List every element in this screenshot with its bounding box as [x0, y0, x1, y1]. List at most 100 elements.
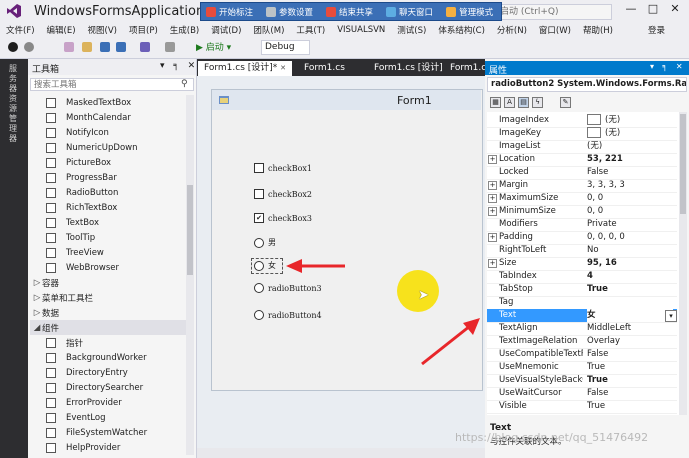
form-checkbox[interactable]: checkBox2 — [254, 189, 312, 199]
property-value[interactable]: False — [587, 348, 673, 361]
menu-item[interactable]: 窗口(W) — [533, 24, 577, 36]
toolbox-scrollbar[interactable] — [186, 95, 194, 455]
toolbox-item[interactable]: TextBox — [30, 215, 185, 230]
toolbox-category[interactable]: ▷ 菜单和工具栏 — [30, 290, 187, 305]
expand-plus-icon[interactable]: + — [488, 181, 497, 190]
collapsed-triangle-icon[interactable]: ▷ — [32, 308, 42, 318]
property-value[interactable]: True — [587, 283, 673, 296]
checkbox-checked-icon[interactable]: ✔ — [254, 213, 264, 223]
form1-window[interactable] — [211, 89, 483, 391]
expand-plus-icon[interactable]: + — [488, 233, 497, 242]
property-row[interactable]: + Margin 3, 3, 3, 3 — [487, 179, 677, 193]
toolbox-item[interactable]: NotifyIcon — [30, 125, 185, 140]
toolbox-item[interactable]: WebBrowser — [30, 260, 185, 275]
property-row[interactable]: Modifiers Private — [487, 218, 677, 232]
solution-config-select[interactable]: Debug — [261, 40, 310, 55]
toolbox-item[interactable]: PictureBox — [30, 155, 185, 170]
property-value[interactable]: MiddleLeft — [587, 322, 673, 335]
menu-item[interactable]: 分析(N) — [491, 24, 533, 36]
share-toolbar-item[interactable]: 聊天窗口 — [381, 6, 433, 18]
events-icon[interactable]: ϟ — [532, 97, 543, 108]
form-checkbox[interactable]: checkBox1 — [254, 163, 312, 173]
property-row[interactable]: UseCompatibleTextRe False — [487, 348, 677, 362]
property-value[interactable]: (无) — [587, 140, 673, 153]
radio-circle-icon[interactable] — [254, 237, 264, 248]
menu-item[interactable]: 调试(D) — [205, 24, 247, 36]
save-icon[interactable] — [100, 42, 110, 52]
form-checkbox[interactable]: ✔ checkBox3 — [254, 213, 312, 223]
expanded-triangle-icon[interactable]: ◢ — [32, 323, 42, 333]
checkbox-empty-icon[interactable] — [254, 189, 264, 199]
object-selector[interactable]: radioButton2 System.Windows.Forms.RadioB… — [487, 77, 687, 92]
expand-plus-icon[interactable]: + — [488, 207, 497, 216]
property-row[interactable]: Tag — [487, 296, 677, 310]
search-icon[interactable]: ⚲ — [181, 79, 188, 89]
property-value[interactable]: 3, 3, 3, 3 — [587, 179, 673, 192]
designer-horizontal-scrollbar[interactable] — [197, 448, 485, 458]
property-pages-icon[interactable]: ✎ — [560, 97, 571, 108]
collapsed-triangle-icon[interactable]: ▷ — [32, 293, 42, 303]
menu-item[interactable]: 团队(M) — [247, 24, 290, 36]
menu-item[interactable]: 编辑(E) — [41, 24, 82, 36]
property-value[interactable]: 0, 0, 0, 0 — [587, 231, 673, 244]
minimize-button[interactable]: — — [620, 2, 642, 15]
property-value[interactable]: True — [587, 361, 673, 374]
property-row[interactable]: ImageKey (无) — [487, 127, 677, 141]
property-row[interactable]: UseMnemonic True — [487, 361, 677, 375]
property-row[interactable]: + MinimumSize 0, 0 — [487, 205, 677, 219]
property-value[interactable]: 95, 16 — [587, 257, 673, 270]
toolbox-item[interactable]: MaskedTextBox — [30, 95, 185, 110]
property-row[interactable]: + MaximumSize 0, 0 — [487, 192, 677, 206]
property-row[interactable]: + Size 95, 16 — [487, 257, 677, 271]
toolbox-search-input[interactable]: 搜索工具箱 — [30, 78, 194, 91]
expand-plus-icon[interactable]: + — [488, 194, 497, 203]
open-file-icon[interactable] — [82, 42, 92, 52]
menu-item[interactable]: 测试(S) — [391, 24, 432, 36]
save-all-icon[interactable] — [116, 42, 126, 52]
toolbox-category[interactable]: ◢ 组件 — [30, 320, 187, 335]
alphabetical-icon[interactable]: A — [504, 97, 515, 108]
property-row[interactable]: TextAlign MiddleLeft — [487, 322, 677, 336]
checkbox-empty-icon[interactable] — [254, 163, 264, 173]
toolbox-item[interactable]: HelpProvider — [30, 440, 185, 455]
property-value[interactable]: 女 — [587, 309, 673, 322]
toolbox-item[interactable]: ErrorProvider — [30, 395, 185, 410]
property-value[interactable]: 53, 221 — [587, 153, 673, 166]
property-grid-scroll-thumb[interactable] — [680, 114, 686, 214]
property-value[interactable]: 4 — [587, 270, 673, 283]
toolbox-category[interactable]: ▷ 容器 — [30, 275, 187, 290]
quick-launch-input[interactable]: 速启动 (Ctrl+Q) — [486, 4, 612, 20]
close-button[interactable]: ✕ — [664, 2, 686, 15]
tab-form1-cs[interactable]: Form1.cs — [298, 61, 351, 76]
property-row[interactable]: ImageIndex (无) — [487, 114, 677, 128]
toolbox-item[interactable]: DirectoryEntry — [30, 365, 185, 380]
expand-plus-icon[interactable]: + — [488, 259, 497, 268]
property-value[interactable]: (无) — [587, 114, 673, 127]
property-row[interactable]: Locked False — [487, 166, 677, 180]
menu-item[interactable]: 文件(F) — [0, 24, 41, 36]
toolbox-item[interactable]: BackgroundWorker — [30, 350, 185, 365]
properties-view-icon[interactable]: ▤ — [518, 97, 529, 108]
text-dropdown-button[interactable]: ▾ — [665, 310, 677, 322]
toolbox-pin-controls[interactable]: ▾ ╕ ✕ — [160, 61, 198, 71]
server-explorer-tab[interactable]: 服务器资源管理器 — [9, 64, 19, 144]
toolbox-scroll-thumb[interactable] — [187, 185, 193, 275]
property-row[interactable]: TabIndex 4 — [487, 270, 677, 284]
property-row[interactable]: Text 女 — [487, 309, 677, 323]
share-toolbar-item[interactable]: 结束共享 — [321, 6, 373, 18]
property-row[interactable]: UseVisualStyleBackC True — [487, 374, 677, 388]
property-value[interactable]: False — [587, 387, 673, 400]
tab-form1-design-active[interactable]: Form1.cs [设计]* ✕ — [198, 61, 293, 76]
toolbox-item[interactable]: ToolTip — [30, 230, 185, 245]
menu-item[interactable]: 项目(P) — [123, 24, 164, 36]
collapsed-triangle-icon[interactable]: ▷ — [32, 278, 42, 288]
menu-item[interactable]: 工具(T) — [290, 24, 331, 36]
property-row[interactable]: ImageList (无) — [487, 140, 677, 154]
property-row[interactable]: TabStop True — [487, 283, 677, 297]
property-value[interactable]: No — [587, 244, 673, 257]
start-debug-button[interactable]: ▶ 启动 ▾ — [196, 40, 231, 53]
tab-close-icon[interactable]: ✕ — [280, 64, 286, 72]
toolbox-item[interactable]: ProgressBar — [30, 170, 185, 185]
back-icon[interactable] — [8, 42, 18, 52]
selected-control-outline[interactable] — [251, 258, 283, 274]
